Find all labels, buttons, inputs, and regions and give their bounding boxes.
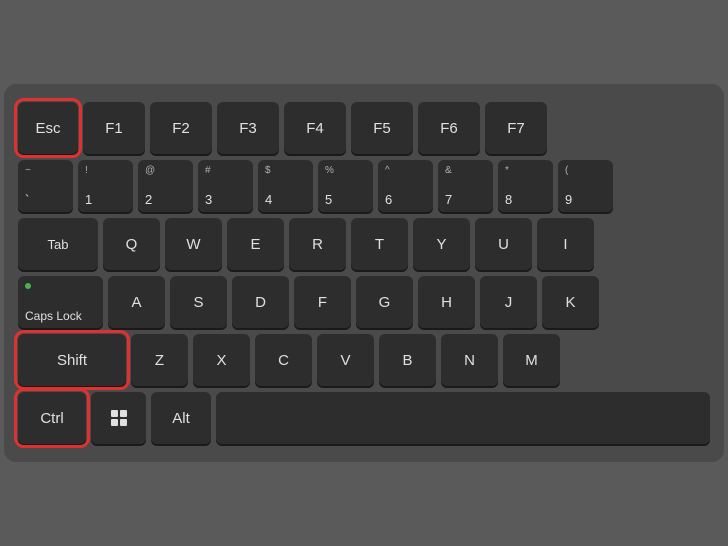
key-r[interactable]: R: [289, 218, 346, 270]
key-tab[interactable]: Tab: [18, 218, 98, 270]
row-asdf: Caps Lock A S D F G H J K: [18, 276, 710, 328]
key-space[interactable]: [216, 392, 710, 444]
key-m[interactable]: M: [503, 334, 560, 386]
key-k[interactable]: K: [542, 276, 599, 328]
key-a[interactable]: A: [108, 276, 165, 328]
key-f5[interactable]: F5: [351, 102, 413, 154]
key-5[interactable]: % 5: [318, 160, 373, 212]
key-7[interactable]: & 7: [438, 160, 493, 212]
key-q[interactable]: Q: [103, 218, 160, 270]
key-d[interactable]: D: [232, 276, 289, 328]
row-numbers: ~ ` ! 1 @ 2 # 3 $ 4 % 5 ^ 6 & 7: [18, 160, 710, 212]
key-4[interactable]: $ 4: [258, 160, 313, 212]
key-2[interactable]: @ 2: [138, 160, 193, 212]
key-g[interactable]: G: [356, 276, 413, 328]
key-f6[interactable]: F6: [418, 102, 480, 154]
key-tilde[interactable]: ~ `: [18, 160, 73, 212]
key-e[interactable]: E: [227, 218, 284, 270]
key-3[interactable]: # 3: [198, 160, 253, 212]
key-8[interactable]: * 8: [498, 160, 553, 212]
key-j[interactable]: J: [480, 276, 537, 328]
row-function: Esc F1 F2 F3 F4 F5 F6 F7: [18, 102, 710, 154]
key-f2[interactable]: F2: [150, 102, 212, 154]
key-u[interactable]: U: [475, 218, 532, 270]
key-y[interactable]: Y: [413, 218, 470, 270]
key-9[interactable]: ( 9: [558, 160, 613, 212]
key-ctrl[interactable]: Ctrl: [18, 392, 86, 444]
key-esc[interactable]: Esc: [18, 102, 78, 154]
caps-lock-indicator: [25, 283, 31, 289]
key-alt[interactable]: Alt: [151, 392, 211, 444]
keyboard: Esc F1 F2 F3 F4 F5 F6 F7 ~ ` ! 1: [4, 84, 724, 462]
key-x[interactable]: X: [193, 334, 250, 386]
row-qwerty: Tab Q W E R T Y U I: [18, 218, 710, 270]
key-f1[interactable]: F1: [83, 102, 145, 154]
key-win[interactable]: [91, 392, 146, 444]
key-f7[interactable]: F7: [485, 102, 547, 154]
key-f4[interactable]: F4: [284, 102, 346, 154]
key-1[interactable]: ! 1: [78, 160, 133, 212]
key-shift[interactable]: Shift: [18, 334, 126, 386]
key-s[interactable]: S: [170, 276, 227, 328]
key-f[interactable]: F: [294, 276, 351, 328]
key-w[interactable]: W: [165, 218, 222, 270]
key-n[interactable]: N: [441, 334, 498, 386]
windows-icon: [111, 410, 127, 426]
key-f3[interactable]: F3: [217, 102, 279, 154]
key-i[interactable]: I: [537, 218, 594, 270]
key-6[interactable]: ^ 6: [378, 160, 433, 212]
key-v[interactable]: V: [317, 334, 374, 386]
key-t[interactable]: T: [351, 218, 408, 270]
row-zxcv: Shift Z X C V B N M: [18, 334, 710, 386]
key-caps-lock[interactable]: Caps Lock: [18, 276, 103, 328]
row-bottom: Ctrl Alt: [18, 392, 710, 444]
key-b[interactable]: B: [379, 334, 436, 386]
key-c[interactable]: C: [255, 334, 312, 386]
key-z[interactable]: Z: [131, 334, 188, 386]
key-h[interactable]: H: [418, 276, 475, 328]
